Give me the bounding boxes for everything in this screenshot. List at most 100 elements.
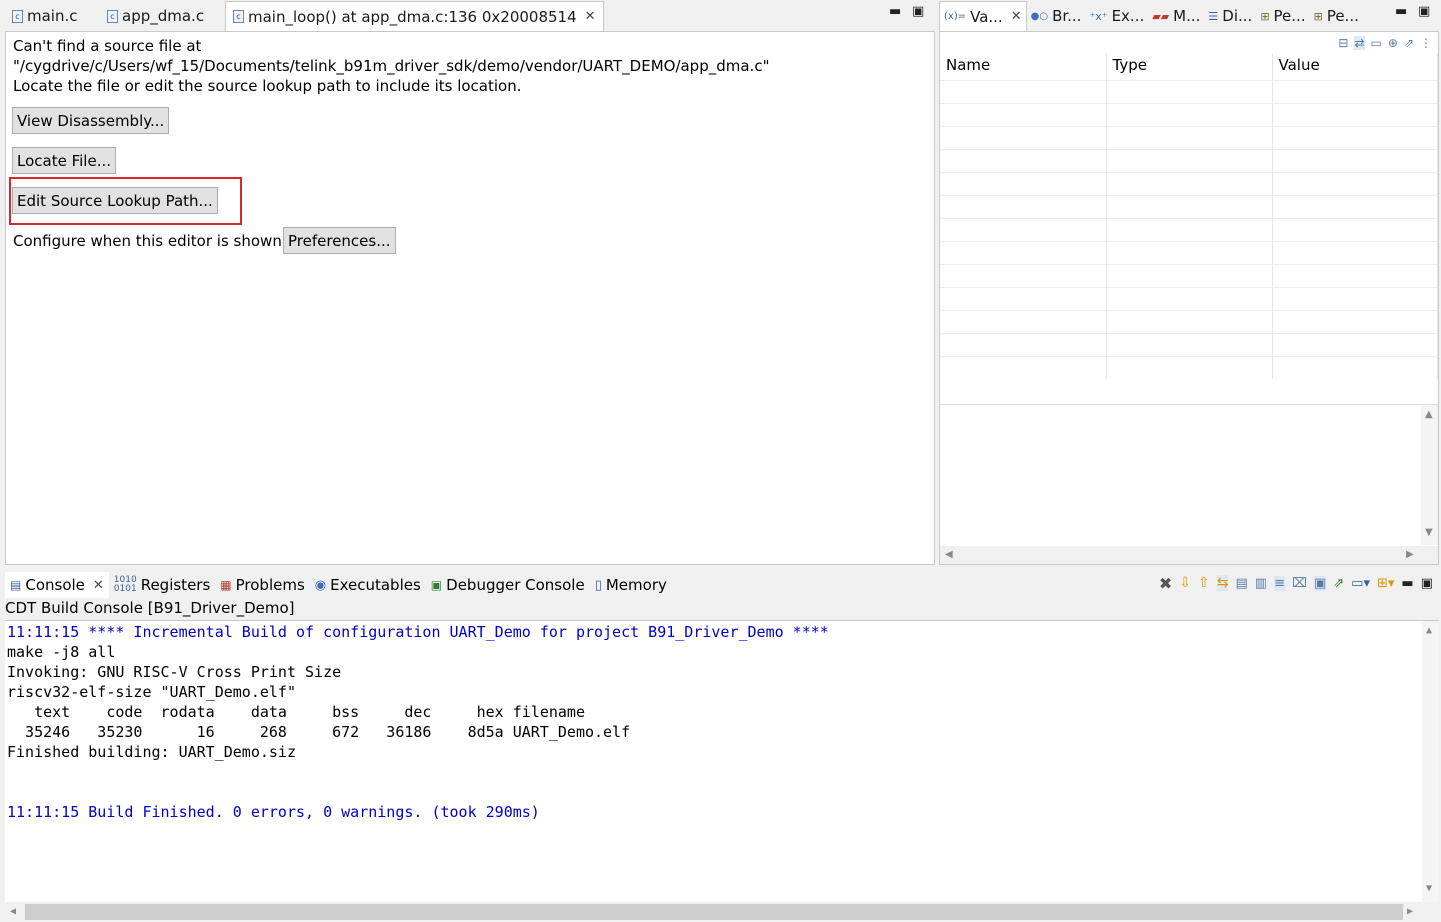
table-row [940, 148, 1438, 172]
minimize-icon[interactable]: ▬ [1395, 4, 1407, 19]
tab-label: Problems [235, 576, 305, 594]
tab-executables[interactable]: ◉ Executables [310, 572, 426, 598]
tab-expressions[interactable]: ⁺x⁺ Ex... [1085, 1, 1148, 31]
collapse-all-icon[interactable]: ⊟ [1338, 36, 1348, 50]
edit-source-lookup-path-button[interactable]: Edit Source Lookup Path... [12, 187, 218, 214]
show-type-icon[interactable]: ⇄ [1354, 36, 1365, 50]
pin-console-icon[interactable]: ▣ [1313, 575, 1327, 591]
scroll-up-icon[interactable]: ▲ [1425, 409, 1433, 420]
table-row [940, 102, 1438, 126]
variables-toolbar: ⊟ ⇄ ▭ ⊕ ⇗ ⋮ [1338, 32, 1432, 54]
table-row [940, 171, 1438, 195]
clear-console-icon[interactable]: ⌧ [1292, 576, 1307, 591]
console-line: Invoking: GNU RISC-V Cross Print Size [7, 663, 342, 681]
tab-app-dma-c[interactable]: c app_dma.c [100, 1, 225, 31]
open-console-icon[interactable]: ⇗ [1333, 576, 1344, 591]
problems-icon: ▦ [220, 578, 232, 592]
detail-pane[interactable]: ▲ ▼ ◀ ▶ [940, 404, 1438, 564]
scroll-thumb[interactable] [25, 904, 1403, 920]
view-menu-icon[interactable]: ⋮ [1420, 36, 1432, 50]
scroll-up-icon[interactable]: ▲ [1426, 625, 1432, 636]
paste-icon[interactable]: ▥ [1255, 576, 1267, 591]
new-console-icon[interactable]: ⊞▾ [1377, 576, 1394, 591]
console-line: Finished building: UART_Demo.siz [7, 743, 296, 761]
editor-area: Can't find a source file at "/cygdrive/c… [5, 31, 935, 565]
tab-debugger-console[interactable]: ▣ Debugger Console [426, 572, 590, 598]
horizontal-scrollbar[interactable]: ◀ ▶ [5, 902, 1439, 922]
scroll-lock-icon[interactable]: ⇆ [1216, 575, 1229, 591]
horizontal-scrollbar[interactable]: ◀ ▶ [940, 546, 1438, 564]
tab-modules[interactable]: ▰▰ M... [1148, 1, 1204, 31]
tab-main-c[interactable]: c main.c [5, 1, 100, 31]
tab-label: Console [25, 576, 85, 594]
vertical-scrollbar[interactable]: ▲ ▼ [1422, 621, 1439, 903]
tab-label: Ex... [1111, 7, 1145, 25]
variables-icon: (x)= [944, 11, 967, 22]
layout-icon[interactable]: ▭ [1371, 36, 1382, 50]
message-path: "/cygdrive/c/Users/wf_15/Documents/telin… [13, 57, 770, 75]
tab-registers[interactable]: 1010 0101 Registers [109, 572, 215, 598]
tab-memory[interactable]: ▯ Memory [590, 572, 672, 598]
tab-problems[interactable]: ▦ Problems [215, 572, 309, 598]
display-console-icon[interactable]: ▭▾ [1351, 576, 1370, 591]
tab-label: Pe... [1326, 7, 1359, 25]
scroll-down-arrow-icon[interactable]: ⇩ [1179, 575, 1191, 591]
editor-tab-strip: c main.c c app_dma.c c main_loop() at ap… [5, 1, 604, 31]
table-row [940, 286, 1438, 310]
view-disassembly-button[interactable]: View Disassembly... [12, 107, 170, 134]
tab-label: main.c [27, 7, 78, 25]
tab-main-loop[interactable]: c main_loop() at app_dma.c:136 0x2000851… [225, 1, 604, 31]
column-type[interactable]: Type [1106, 54, 1273, 80]
scroll-left-icon[interactable]: ◀ [10, 906, 16, 917]
word-wrap-icon[interactable]: ≡ [1274, 575, 1285, 591]
console-icon: ▤ [10, 578, 22, 592]
tab-disassembly[interactable]: ☰ Di... [1204, 1, 1256, 31]
scroll-up-arrow-icon[interactable]: ⇧ [1198, 575, 1210, 591]
memory-icon: ▯ [594, 577, 602, 593]
scroll-right-icon[interactable]: ▶ [1407, 906, 1413, 917]
close-icon[interactable]: ✕ [93, 578, 104, 593]
tab-label: Di... [1222, 7, 1253, 25]
maximize-icon[interactable]: ▣ [1421, 576, 1433, 591]
scroll-down-icon[interactable]: ▼ [1426, 883, 1432, 894]
tab-variables[interactable]: (x)= Va... ✕ [939, 1, 1027, 31]
console-line: 35246 35230 16 268 672 36186 8d5a UART_D… [7, 723, 631, 741]
message-line-1: Can't find a source file at [13, 37, 202, 55]
tab-label: Pe... [1273, 7, 1306, 25]
table-row [940, 194, 1438, 218]
console-line: text code rodata data bss dec hex filena… [7, 703, 585, 721]
tab-peripherals-2[interactable]: ⊞ Pe... [1310, 1, 1363, 31]
table-row [940, 309, 1438, 333]
copy-icon[interactable]: ▤ [1235, 576, 1247, 591]
executables-icon: ◉ [314, 577, 327, 593]
minimize-icon[interactable]: ▬ [889, 4, 901, 19]
tab-peripherals-1[interactable]: ⊞ Pe... [1256, 1, 1309, 31]
table-row [940, 263, 1438, 287]
table-row [940, 79, 1438, 103]
column-value[interactable]: Value [1272, 54, 1438, 80]
tab-console[interactable]: ▤ Console ✕ [5, 572, 109, 598]
scroll-down-icon[interactable]: ▼ [1425, 527, 1433, 538]
locate-file-button[interactable]: Locate File... [12, 147, 116, 174]
tab-breakpoints[interactable]: ●○ Br... [1027, 1, 1086, 31]
tab-label: app_dma.c [122, 7, 205, 25]
terminate-icon[interactable]: ✖ [1159, 574, 1172, 593]
preferences-button[interactable]: Preferences... [283, 227, 396, 254]
export-icon[interactable]: ⇗ [1404, 36, 1414, 50]
expressions-icon: ⁺x⁺ [1089, 9, 1108, 23]
console-output[interactable]: 11:11:15 **** Incremental Build of confi… [5, 620, 1439, 922]
tab-label: Br... [1052, 7, 1082, 25]
add-expression-icon[interactable]: ⊕ [1388, 36, 1398, 50]
maximize-icon[interactable]: ▣ [912, 4, 924, 19]
minimize-icon[interactable]: ▬ [1401, 576, 1413, 591]
close-icon[interactable]: ✕ [585, 9, 596, 24]
vertical-scrollbar[interactable]: ▲ ▼ [1421, 405, 1438, 545]
close-icon[interactable]: ✕ [1011, 9, 1022, 24]
configure-label: Configure when this editor is shown [13, 232, 282, 250]
scroll-left-icon[interactable]: ◀ [945, 549, 953, 560]
maximize-icon[interactable]: ▣ [1418, 4, 1430, 19]
scroll-right-icon[interactable]: ▶ [1406, 549, 1414, 560]
tab-label: Va... [970, 7, 1003, 26]
console-line: 11:11:15 Build Finished. 0 errors, 0 war… [7, 803, 540, 821]
column-name[interactable]: Name [940, 54, 1107, 80]
